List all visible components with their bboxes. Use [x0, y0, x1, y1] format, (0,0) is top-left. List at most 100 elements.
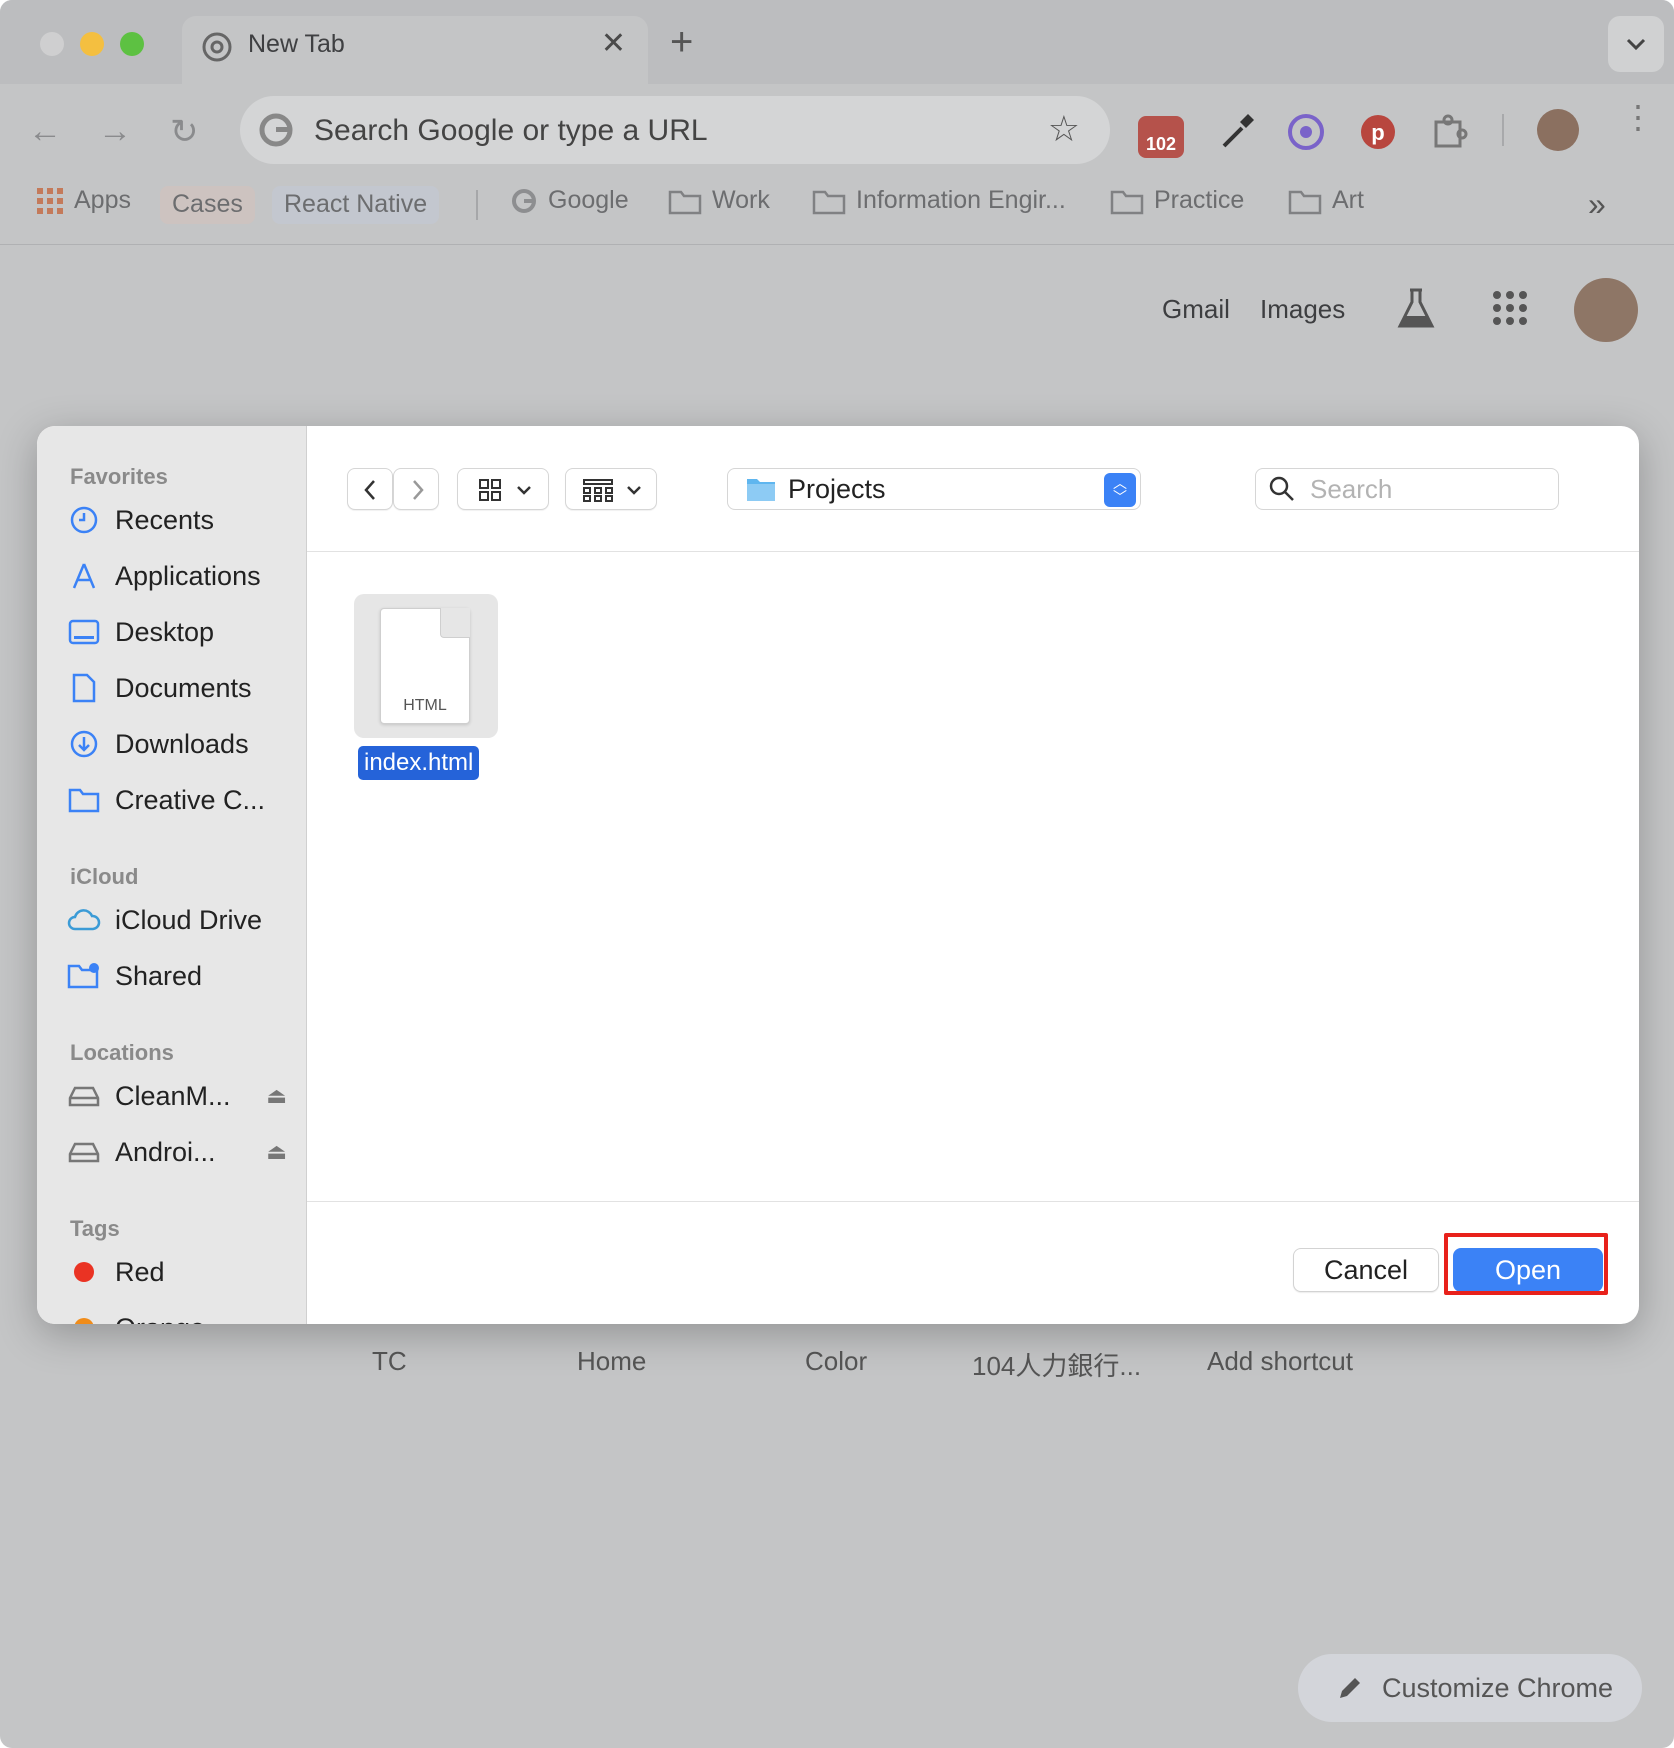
shortcut-tc[interactable]: TC [372, 1346, 407, 1377]
folder-path-popup[interactable]: Projects ︿ ﹀ [727, 468, 1141, 510]
bookmark-cases[interactable]: Cases [160, 186, 255, 224]
cloud-icon [67, 903, 101, 937]
bookmark-folder-information-engineering[interactable]: Information Engir... [812, 186, 1066, 215]
new-tab-button[interactable]: + [670, 22, 693, 62]
labs-flask-icon[interactable] [1396, 288, 1436, 335]
shortcut-home[interactable]: Home [577, 1346, 646, 1377]
chevron-right-icon [413, 480, 424, 500]
toolbar-bottom-divider [0, 244, 1674, 245]
images-link[interactable]: Images [1260, 294, 1345, 325]
bookmark-separator [476, 190, 478, 220]
sidebar-item-documents[interactable]: Documents [67, 666, 297, 710]
applications-icon [67, 559, 101, 593]
desktop-icon [67, 615, 101, 649]
bookmark-art-label: Art [1332, 186, 1364, 214]
icloud-heading: iCloud [70, 864, 139, 889]
profile-avatar[interactable] [1537, 109, 1579, 151]
sidebar-item-label: Downloads [115, 728, 249, 759]
bookmark-folder-practice[interactable]: Practice [1110, 186, 1244, 215]
folder-icon [668, 190, 702, 214]
extension-mail-icon[interactable]: 102 [1138, 116, 1184, 158]
toolbar-divider [1502, 114, 1504, 146]
back-nav-button[interactable] [347, 468, 393, 510]
document-icon [67, 671, 101, 705]
folder-icon [1288, 190, 1322, 214]
folder-icon [812, 190, 846, 214]
shortcut-104[interactable]: 104人力銀行... [972, 1346, 1141, 1383]
bookmark-star-icon[interactable]: ☆ [1048, 108, 1080, 150]
tab-search-button[interactable] [1608, 16, 1664, 72]
gmail-link[interactable]: Gmail [1162, 294, 1230, 325]
sidebar-item-creative-cloud[interactable]: Creative C... [67, 778, 297, 822]
customize-chrome-button[interactable]: Customize Chrome [1298, 1654, 1642, 1722]
bookmarks-overflow-button[interactable]: » [1588, 186, 1606, 223]
sidebar-item-shared[interactable]: Shared [67, 954, 297, 998]
group-icon [583, 479, 641, 502]
forward-nav-button[interactable] [393, 468, 439, 510]
eject-icon[interactable]: ⏏ [266, 1139, 287, 1165]
sidebar-item-label: Documents [115, 672, 252, 703]
chevron-left-icon [364, 480, 375, 500]
extensions-puzzle-icon[interactable] [1428, 110, 1472, 154]
shortcut-add[interactable]: Add shortcut [1207, 1346, 1353, 1377]
pencil-icon [1340, 1678, 1360, 1698]
sidebar-item-applications[interactable]: Applications [67, 554, 297, 598]
file-item[interactable]: HTML index.html [354, 594, 498, 780]
search-input[interactable] [1310, 473, 1530, 505]
group-by-button[interactable] [565, 468, 657, 510]
sidebar-item-downloads[interactable]: Downloads [67, 722, 297, 766]
close-window-button[interactable] [40, 32, 64, 56]
bookmark-folder-work[interactable]: Work [668, 186, 770, 215]
eject-icon[interactable]: ⏏ [266, 1083, 287, 1109]
sidebar-item-label: Shared [115, 960, 203, 991]
omnibox[interactable]: Search Google or type a URL ☆ [240, 96, 1110, 164]
sidebar-item-label: Orange [115, 1313, 205, 1325]
bookmark-work-label: Work [712, 186, 770, 214]
apps-grid-icon [37, 187, 63, 214]
chevron-down-icon [1626, 38, 1646, 51]
bookmark-folder-art[interactable]: Art [1288, 186, 1364, 215]
menu-kebab-icon[interactable]: ⋮ [1622, 101, 1654, 133]
sidebar-item-android[interactable]: Androi... ⏏ [67, 1130, 297, 1174]
purple-extension-icon[interactable] [1284, 110, 1328, 154]
reload-button[interactable]: ↻ [170, 112, 199, 152]
tab-bar: New Tab ✕ + [0, 0, 1674, 84]
tags-heading: Tags [70, 1216, 120, 1241]
account-avatar[interactable] [1574, 278, 1638, 342]
tab-title: New Tab [248, 30, 345, 58]
zoom-window-button[interactable] [120, 32, 144, 56]
view-mode-button[interactable] [457, 468, 549, 510]
close-tab-icon[interactable]: ✕ [601, 26, 626, 61]
file-kind-label: HTML [403, 697, 447, 714]
eyedropper-extension-icon[interactable] [1214, 110, 1258, 154]
bookmark-apps-label: Apps [74, 186, 131, 214]
sidebar-item-icloud-drive[interactable]: iCloud Drive [67, 898, 297, 942]
sidebar-item-recents[interactable]: Recents [67, 498, 297, 542]
google-apps-icon[interactable] [1492, 290, 1528, 331]
search-icon [1269, 476, 1294, 501]
favorites-heading: Favorites [70, 464, 168, 489]
search-field[interactable] [1255, 468, 1559, 510]
icon-view-icon [479, 479, 531, 501]
file-open-dialog: Favorites Recents Applications Desktop D… [37, 426, 1639, 1324]
sidebar-item-label: CleanM... [115, 1080, 231, 1111]
bookmark-google[interactable]: Google [510, 186, 629, 215]
svg-text:p: p [1371, 120, 1384, 145]
back-button[interactable]: ← [28, 112, 62, 151]
drive-icon [67, 1079, 101, 1113]
sidebar-item-label: Androi... [115, 1136, 216, 1167]
red-tag-dot-icon [67, 1255, 101, 1289]
minimize-window-button[interactable] [80, 32, 104, 56]
bookmark-react-native[interactable]: React Native [272, 186, 440, 224]
shortcut-color[interactable]: Color [805, 1346, 867, 1377]
forward-button[interactable]: → [98, 112, 132, 151]
sidebar-item-tag-orange[interactable]: Orange [67, 1306, 297, 1324]
sidebar-item-tag-red[interactable]: Red [67, 1250, 297, 1294]
folder-icon [1110, 190, 1144, 214]
pinterest-icon[interactable]: p [1356, 110, 1400, 154]
cancel-button[interactable]: Cancel [1293, 1248, 1439, 1292]
bookmark-apps[interactable]: Apps [36, 186, 131, 215]
tab-new-tab[interactable]: New Tab ✕ [182, 16, 648, 84]
sidebar-item-desktop[interactable]: Desktop [67, 610, 297, 654]
sidebar-item-cleanmymac[interactable]: CleanM... ⏏ [67, 1074, 297, 1118]
